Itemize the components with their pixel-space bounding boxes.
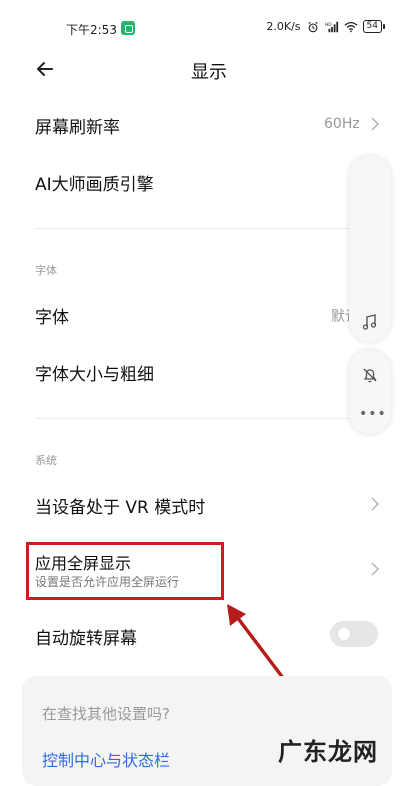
battery-icon: 54 [362,20,386,33]
chevron-right-icon [371,117,380,131]
search-card-link[interactable]: 控制中心与状态栏 [42,747,170,771]
floating-panel [349,156,391,342]
status-right-group: 2.0K/s HD 54 [266,20,386,33]
page-title: 显示 [191,62,227,83]
row-refresh-rate[interactable]: 屏幕刷新率 [35,113,120,138]
font-value: 默认 [331,309,349,325]
svg-text:HD: HD [325,22,332,28]
net-speed: 2.0K/s [266,20,301,33]
chevron-right-icon [371,497,380,511]
section-header-system: 系统 [35,454,57,467]
alarm-icon [307,21,318,32]
wifi-icon [343,21,358,32]
mute-bell-icon[interactable] [361,366,379,384]
refresh-rate-value: 60Hz [324,116,360,132]
divider [35,228,385,229]
row-font-size[interactable]: 字体大小与粗细 [35,360,154,385]
wechat-icon [121,21,135,35]
chevron-right-icon [371,562,380,576]
status-time: 下午2:53 [66,23,117,37]
more-dots-icon[interactable]: ••• [359,406,387,422]
search-card-question: 在查找其他设置吗? [42,705,170,723]
row-ai-engine[interactable]: AI大师画质引擎 [35,170,154,195]
floating-panel-lower: ••• [349,350,391,434]
auto-rotate-toggle[interactable] [330,621,378,647]
music-note-icon[interactable] [361,313,379,331]
row-font[interactable]: 字体 [35,303,69,328]
row-auto-rotate: 自动旋转屏幕 [35,629,137,649]
highlight-box [26,542,224,600]
toggle-knob [338,628,350,640]
watermark: 广东龙网 [278,738,378,766]
row-vr-mode[interactable]: 当设备处于 VR 模式时 [35,493,205,518]
status-bar: 下午2:53 2.0K/s HD 54 [0,0,418,44]
hd-signal-icon: HD [325,21,338,32]
search-card: 在查找其他设置吗? 控制中心与状态栏 [22,676,392,786]
section-header-font: 字体 [35,264,57,277]
divider [35,418,385,419]
